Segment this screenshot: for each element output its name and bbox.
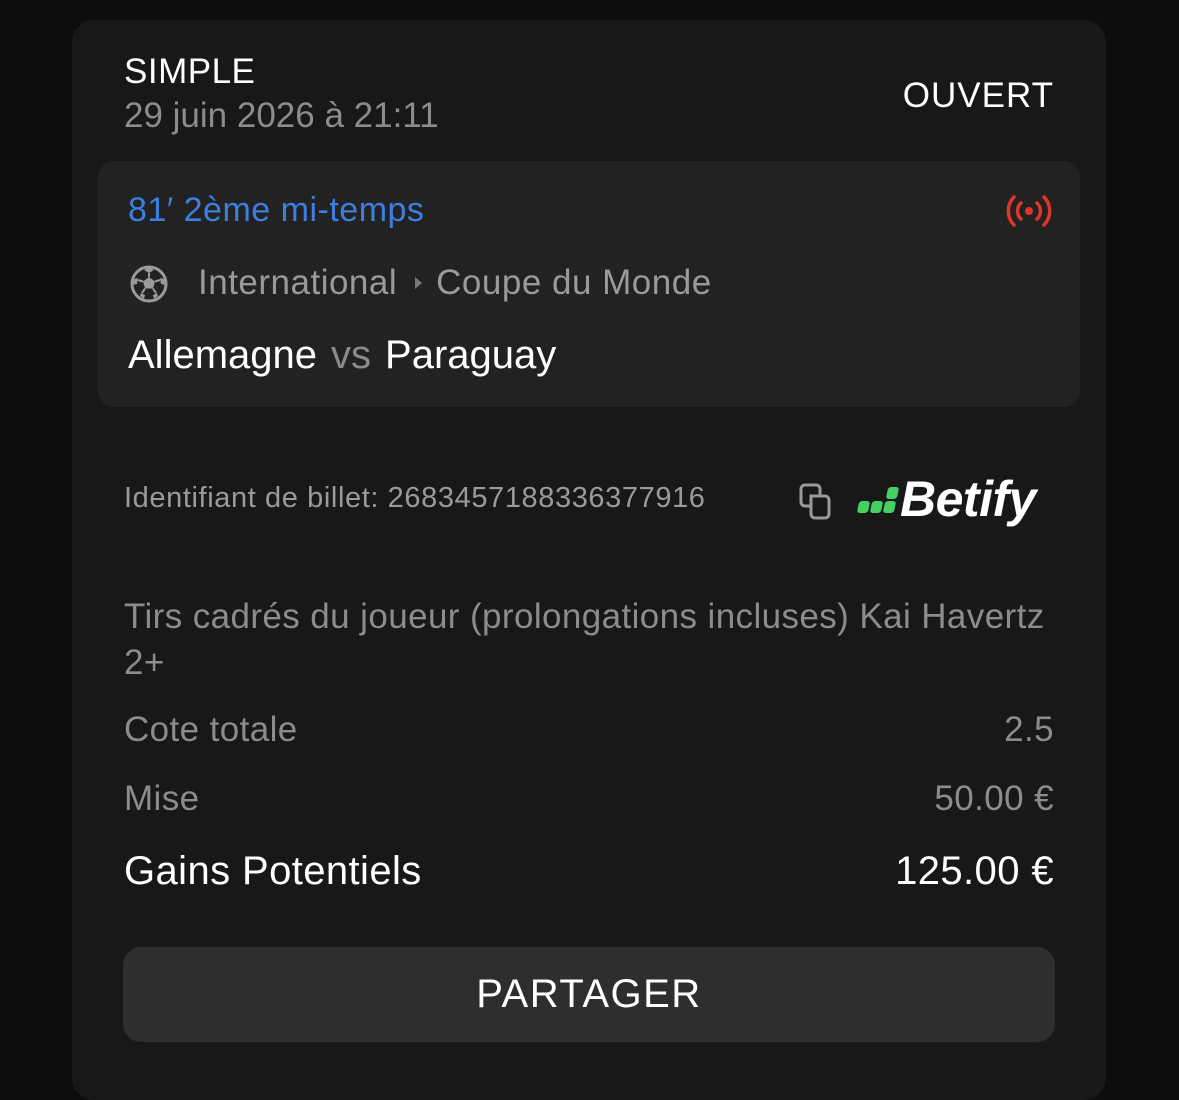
odds-row: Cote totale 2.5 [124,710,1054,750]
competition-breadcrumb: International Coupe du Monde [198,263,712,303]
stake-row: Mise 50.00 € [124,779,1054,819]
stake-label: Mise [124,779,200,818]
away-team: Paraguay [385,333,557,377]
vs-separator: vs [331,333,372,377]
ticket-id: Identifiant de billet: 26834571883363779… [124,482,706,514]
live-broadcast-icon [1006,195,1052,227]
payout-label: Gains Potentiels [124,849,422,893]
bet-type: SIMPLE [124,52,256,91]
chevron-right-icon [415,277,423,289]
bet-date: 29 juin 2026 à 21:11 [124,96,439,135]
brand-logo: Betify [856,470,1036,528]
payout-value: 125.00 € [895,849,1054,893]
competition-label: Coupe du Monde [436,263,712,302]
odds-value: 2.5 [1004,710,1054,749]
region-label: International [198,263,398,302]
match-time: 81′ 2ème mi-temps [128,191,425,229]
market-description: Tirs cadrés du joueur (prolongations inc… [124,597,1045,682]
brand-name: Betify [900,471,1036,527]
share-button[interactable]: PARTAGER [123,947,1055,1042]
odds-label: Cote totale [124,710,298,749]
copy-icon[interactable] [798,482,834,520]
bet-status: OUVERT [902,76,1054,115]
bet-card: SIMPLE 29 juin 2026 à 21:11 OUVERT 81′ 2… [72,20,1106,1100]
home-team: Allemagne [128,333,318,377]
payout-row: Gains Potentiels 125.00 € [124,849,1054,894]
match-teams: Allemagne vs Paraguay [128,333,556,378]
brand-mark-icon [856,481,900,517]
stake-value: 50.00 € [934,779,1054,818]
soccer-ball-icon [130,265,168,303]
match-info-box[interactable]: 81′ 2ème mi-temps International Coupe du… [98,161,1080,407]
